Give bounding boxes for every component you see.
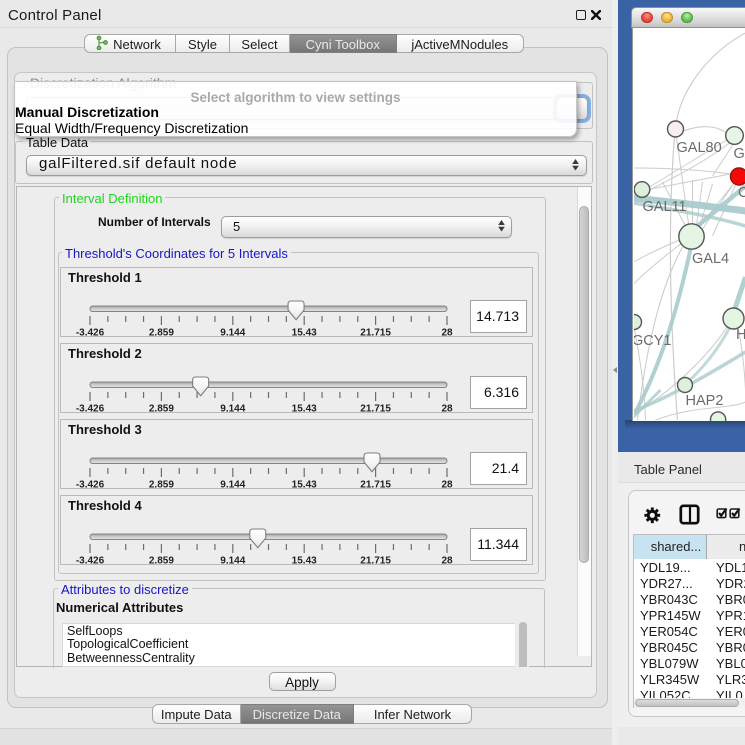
svg-text:GAL80: GAL80 xyxy=(676,140,721,156)
svg-text:2.859: 2.859 xyxy=(149,403,174,414)
svg-text:C: C xyxy=(738,185,745,201)
svg-text:GAL4: GAL4 xyxy=(692,251,729,267)
svg-text:-3.426: -3.426 xyxy=(76,479,105,490)
svg-text:15.43: 15.43 xyxy=(292,403,317,414)
svg-text:28: 28 xyxy=(441,479,453,490)
svg-text:21.715: 21.715 xyxy=(360,479,391,490)
svg-text:15.43: 15.43 xyxy=(292,327,317,338)
svg-text:9.144: 9.144 xyxy=(220,403,245,414)
svg-text:GAL11: GAL11 xyxy=(642,199,686,215)
svg-text:H: H xyxy=(736,327,745,343)
svg-text:15.43: 15.43 xyxy=(292,479,317,490)
svg-text:21.715: 21.715 xyxy=(360,327,391,338)
svg-text:28: 28 xyxy=(441,327,453,338)
svg-text:28: 28 xyxy=(441,403,453,414)
svg-text:-3.426: -3.426 xyxy=(76,555,105,566)
svg-text:2.859: 2.859 xyxy=(149,555,174,566)
svg-text:GA: GA xyxy=(733,146,745,162)
svg-text:15.43: 15.43 xyxy=(292,555,317,566)
svg-text:-3.426: -3.426 xyxy=(76,327,105,338)
svg-text:9.144: 9.144 xyxy=(220,479,245,490)
svg-text:9.144: 9.144 xyxy=(220,327,245,338)
svg-text:2.859: 2.859 xyxy=(149,327,174,338)
svg-text:2.859: 2.859 xyxy=(149,479,174,490)
svg-text:21.715: 21.715 xyxy=(360,555,391,566)
svg-text:HAP2: HAP2 xyxy=(685,393,723,409)
svg-text:9.144: 9.144 xyxy=(220,555,245,566)
svg-text:21.715: 21.715 xyxy=(360,403,391,414)
svg-text:-3.426: -3.426 xyxy=(76,403,105,414)
svg-text:28: 28 xyxy=(441,555,453,566)
svg-text:GCY1: GCY1 xyxy=(634,333,672,349)
